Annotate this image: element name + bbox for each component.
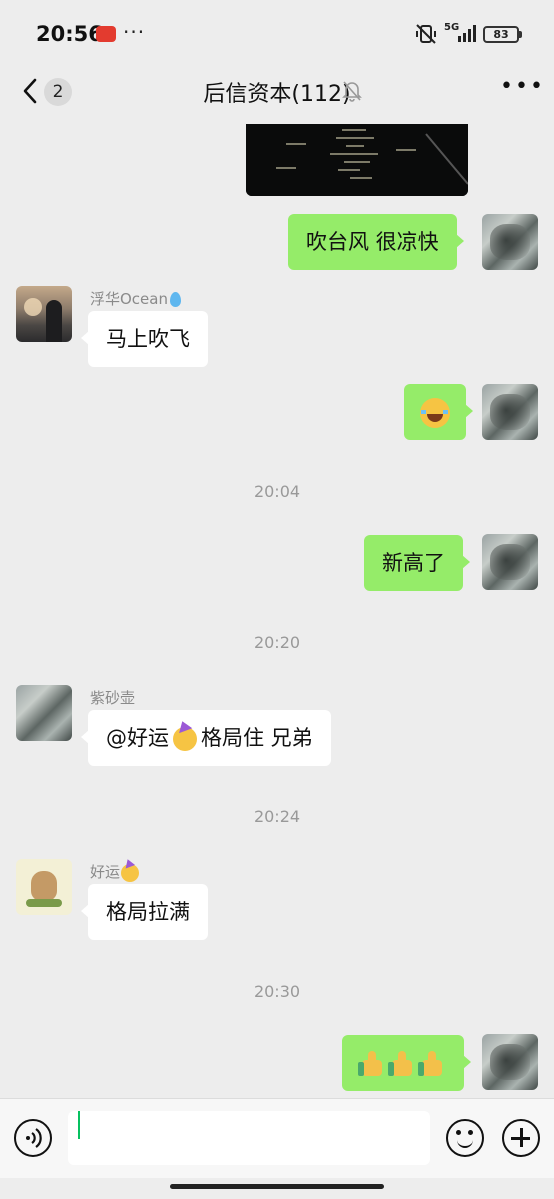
self-avatar[interactable] [482, 214, 538, 270]
emoji-button[interactable] [446, 1119, 484, 1157]
sender-avatar-zishahu[interactable] [16, 685, 72, 741]
message-text: 格局住 兄弟 [201, 726, 313, 750]
thumbs-up-emoji-icon [418, 1050, 446, 1078]
status-time: 20:56 [36, 22, 103, 46]
time-divider: 20:20 [253, 633, 301, 652]
message-text: 马上吹飞 [106, 327, 190, 351]
sender-avatar-haoyun[interactable] [16, 859, 72, 915]
message-list[interactable]: 吹台风 很凉快 浮华Ocean 马上吹飞 20:04 新高了 20:20 紫砂壶… [0, 118, 554, 1098]
smiley-eye [468, 1130, 473, 1135]
signal-icon [458, 25, 476, 42]
time-divider: 20:04 [253, 482, 301, 501]
night-water-photo [246, 124, 468, 196]
message-text: 吹台风 很凉快 [306, 230, 439, 254]
text-cursor [78, 1111, 80, 1139]
thumbs-up-emoji-icon [388, 1050, 416, 1078]
sender-name: 紫砂壶 [90, 689, 136, 707]
more-options-icon[interactable]: ••• [500, 76, 543, 102]
chat-header: 后信资本(112) 2 ••• [0, 66, 554, 118]
more-functions-button[interactable] [502, 1119, 540, 1157]
image-message[interactable] [246, 124, 468, 196]
message-bubble-outgoing[interactable]: 新高了 [364, 535, 470, 591]
more-notifications-icon: ··· [123, 20, 146, 44]
message-bubble-outgoing[interactable] [342, 1035, 471, 1091]
laughing-tears-emoji-icon [420, 398, 450, 428]
battery-tip [519, 31, 522, 38]
battery-icon: 83 [483, 26, 519, 43]
self-avatar[interactable] [482, 534, 538, 590]
back-chevron-icon[interactable] [18, 76, 42, 106]
chat-title-wrap: 后信资本(112) [0, 76, 554, 108]
message-bubble-incoming[interactable]: @好运 格局住 兄弟 [81, 710, 331, 766]
sender-name: 浮华Ocean [90, 288, 181, 309]
status-bar: 20:56 ··· 5G 83 [0, 0, 554, 66]
party-face-emoji-icon [173, 727, 197, 751]
message-text: 格局拉满 [106, 900, 190, 924]
message-bubble-outgoing[interactable]: 吹台风 很凉快 [288, 214, 464, 270]
muted-bell-icon [342, 81, 362, 102]
voice-wave-icon [26, 1128, 42, 1148]
input-bar [0, 1098, 554, 1178]
mention-text[interactable]: @好运 [106, 726, 169, 750]
sender-name-text: 浮华Ocean [90, 290, 168, 308]
party-face-emoji-icon [121, 863, 140, 882]
self-avatar[interactable] [482, 1034, 538, 1090]
time-divider: 20:24 [253, 807, 301, 826]
sender-name-text: 好运 [90, 863, 121, 881]
unread-count-badge[interactable]: 2 [44, 78, 72, 106]
chat-title: 后信资本(112) [203, 82, 351, 107]
vibrate-mute-icon [416, 24, 436, 44]
message-bubble-incoming[interactable]: 马上吹飞 [81, 311, 208, 367]
message-bubble-outgoing[interactable] [404, 384, 473, 440]
voice-input-button[interactable] [14, 1119, 52, 1157]
message-bubble-incoming[interactable]: 格局拉满 [81, 884, 208, 940]
app-notification-icon [96, 26, 116, 42]
thumbs-up-emoji-icon [358, 1050, 386, 1078]
home-indicator[interactable] [170, 1184, 384, 1189]
time-divider: 20:30 [253, 982, 301, 1001]
message-input[interactable] [68, 1111, 430, 1165]
sender-name: 好运 [90, 861, 140, 882]
message-text: 新高了 [382, 551, 445, 575]
sender-avatar-fuhua[interactable] [16, 286, 72, 342]
self-avatar[interactable] [482, 384, 538, 440]
water-drop-icon [169, 292, 181, 307]
